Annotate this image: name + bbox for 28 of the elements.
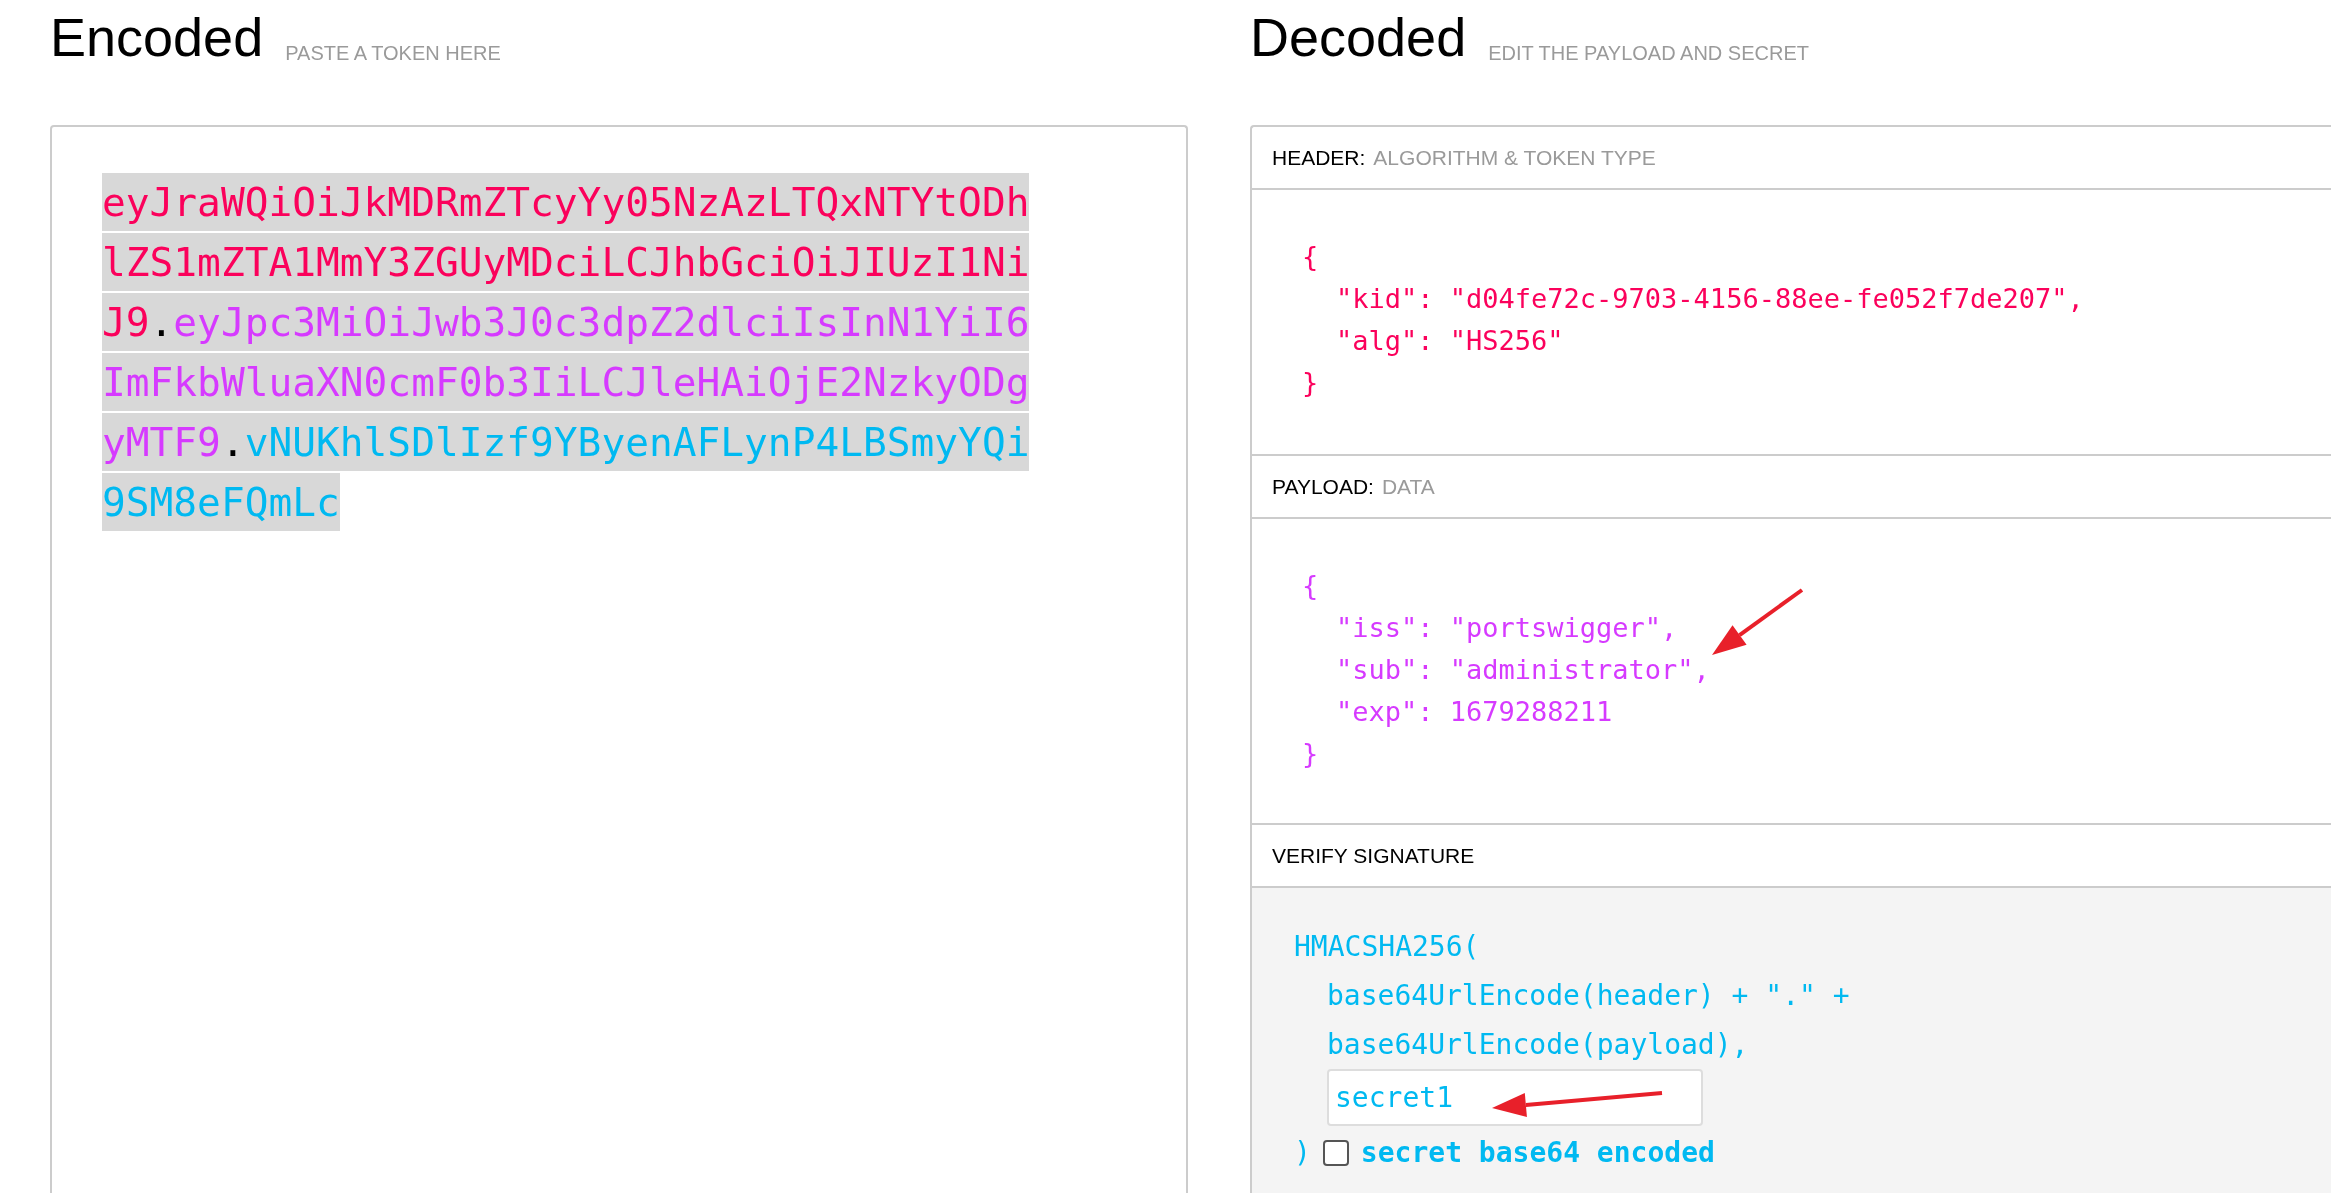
section-label: HEADER: <box>1272 145 1366 170</box>
encoded-subtitle: PASTE A TOKEN HERE <box>285 42 501 65</box>
json-brace: } <box>1302 739 1319 768</box>
base64-checkbox-label[interactable]: secret base64 encoded <box>1360 1136 1715 1169</box>
function-name: HMACSHA256( <box>1294 929 1480 965</box>
token-panel[interactable] <box>50 125 1188 1193</box>
closing-paren: ) <box>1294 1135 1311 1171</box>
function-argument: base64UrlEncode(payload), <box>1327 1027 1749 1063</box>
base64-checkbox[interactable] <box>1322 1139 1349 1166</box>
section-label: PAYLOAD: <box>1272 474 1374 499</box>
encoded-title: Encoded <box>50 6 264 68</box>
json-brace: { <box>1302 242 1319 271</box>
section-sublabel: DATA <box>1381 474 1435 499</box>
section-sublabel: ALGORITHM & TOKEN TYPE <box>1373 145 1656 170</box>
function-argument: base64UrlEncode(header) + "." + <box>1327 978 1850 1014</box>
secret-field[interactable]: secret1 <box>1327 1069 1703 1126</box>
decoded-title: Decoded <box>1250 6 1467 68</box>
json-entry: "exp": 1679288211 <box>1335 697 1613 726</box>
token-separator: . <box>149 293 174 351</box>
json-brace: { <box>1302 571 1319 600</box>
json-entry: "iss": "portswigger", <box>1335 613 1678 642</box>
decoded-subtitle: EDIT THE PAYLOAD AND SECRET <box>1488 42 1809 65</box>
token-separator: . <box>220 413 245 471</box>
json-entry: "sub": "administrator", <box>1335 655 1710 684</box>
json-entry: "kid": "d04fe72c-9703-4156-88ee-fe052f7de207", <box>1335 284 2084 313</box>
json-entry: "alg": "HS256" <box>1335 326 1564 355</box>
section-label: VERIFY SIGNATURE <box>1272 843 1475 868</box>
json-brace: } <box>1302 368 1319 397</box>
